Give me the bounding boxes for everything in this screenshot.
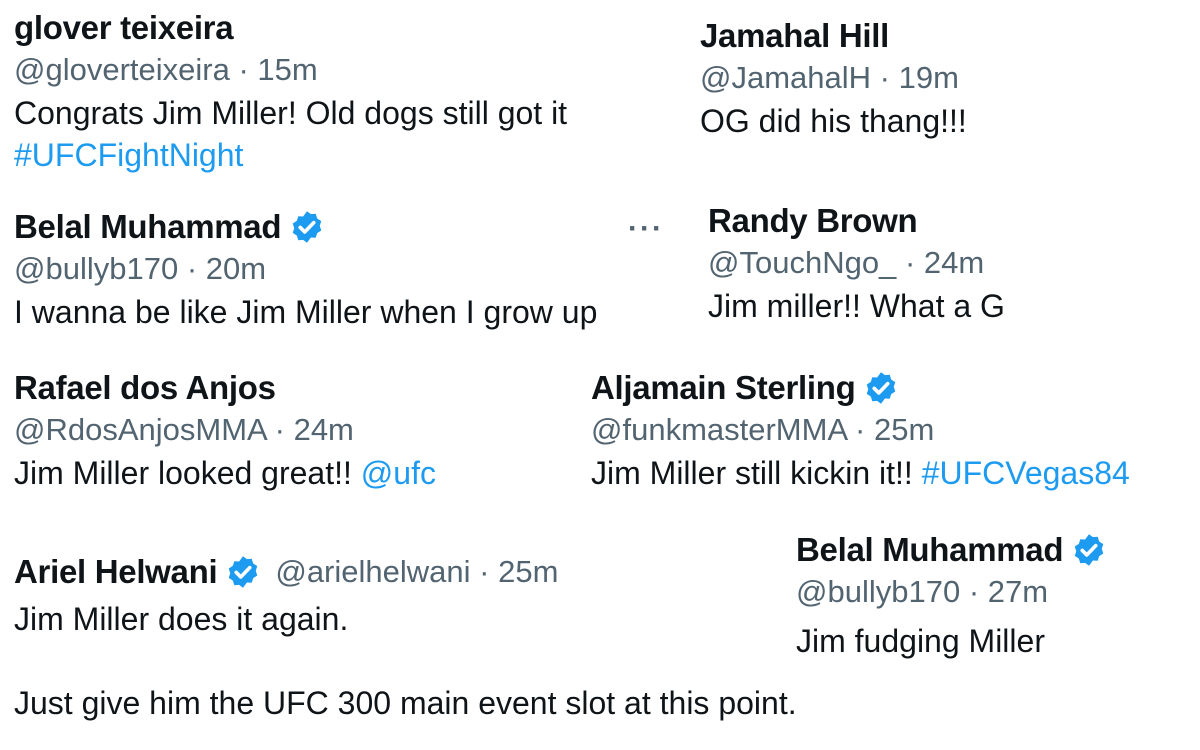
tweet-text: I wanna be like Jim Miller when I grow u… — [14, 294, 598, 330]
verified-badge-icon — [292, 211, 322, 243]
meta-separator: · — [479, 554, 490, 589]
tweet-time[interactable]: 27m — [988, 574, 1048, 609]
tweet-time[interactable]: 20m — [206, 251, 266, 286]
hashtag-link[interactable]: #UFCVegas84 — [922, 455, 1130, 491]
tweet-author-name[interactable]: Ariel Helwani — [14, 553, 218, 591]
tweet-meta: @TouchNgo_ · 24m — [708, 241, 1005, 285]
tweet-meta: @bullyb170 · 27m — [796, 570, 1107, 614]
tweet-time[interactable]: 25m — [498, 554, 558, 589]
tweet-handle[interactable]: @RdosAnjosMMA — [14, 412, 266, 447]
tweet-jamahal-hill[interactable]: Jamahal Hill @JamahalH · 19m OG did his … — [700, 16, 967, 142]
tweet-time[interactable]: 19m — [899, 60, 959, 95]
tweet-handle[interactable]: @JamahalH — [700, 60, 871, 95]
tweet-author-name[interactable]: glover teixeira — [14, 9, 234, 47]
tweet-rafael-dos-anjos[interactable]: Rafael dos Anjos @RdosAnjosMMA · 24m Jim… — [14, 368, 436, 494]
tweet-time[interactable]: 25m — [874, 412, 934, 447]
meta-separator: · — [879, 60, 890, 95]
tweet-meta: @bullyb170 · 20m — [14, 247, 597, 291]
tweet-randy-brown[interactable]: Randy Brown @TouchNgo_ · 24m Jim miller!… — [708, 201, 1005, 327]
verified-badge-icon — [229, 556, 258, 588]
tweet-text: Jim Miller does it again. — [14, 601, 349, 637]
tweet-glover-teixeira[interactable]: glover teixeira @gloverteixeira · 15m Co… — [14, 8, 567, 176]
meta-separator: · — [855, 412, 866, 447]
tweet-text: Jim Miller still kickin it!! — [591, 455, 913, 491]
tweet-text: Jim miller!! What a G — [708, 288, 1005, 324]
tweet-text-row: Jim Miller looked great!! @ufc — [14, 452, 436, 494]
tweet-handle[interactable]: @TouchNgo_ — [708, 245, 896, 280]
tweet-text: Jim Miller looked great!! — [14, 455, 352, 491]
tweet-author-name[interactable]: Aljamain Sterling — [591, 369, 856, 407]
verified-badge-icon — [1074, 534, 1104, 566]
tweet-meta: @arielhelwani · 25m — [275, 554, 558, 590]
tweet-belal-muhammad[interactable]: Belal Muhammad @bullyb170 · 20m I wanna … — [14, 207, 597, 333]
tweet-text: Jim fudging Miller — [796, 623, 1045, 659]
tweet-author-name[interactable]: Randy Brown — [708, 202, 918, 240]
tweet-text: Congrats Jim Miller! Old dogs still got … — [14, 95, 568, 131]
tweet-meta: @RdosAnjosMMA · 24m — [14, 408, 436, 452]
tweet-handle[interactable]: @funkmasterMMA — [591, 412, 846, 447]
tweet-belal-muhammad-2[interactable]: Belal Muhammad @bullyb170 · 27m Jim fudg… — [796, 530, 1107, 662]
meta-separator: · — [186, 251, 198, 286]
tweet-time[interactable]: 15m — [257, 52, 317, 87]
tweet-meta: @gloverteixeira · 15m — [14, 48, 567, 92]
tweet-author-name[interactable]: Jamahal Hill — [700, 17, 889, 55]
tweet-text: OG did his thang!!! — [700, 103, 967, 139]
tweet-aljamain-sterling[interactable]: Aljamain Sterling @funkmasterMMA · 25m J… — [591, 368, 1130, 494]
tweet-handle[interactable]: @bullyb170 — [14, 251, 178, 286]
tweet-author-name[interactable]: Belal Muhammad — [14, 208, 282, 246]
meta-separator: · — [274, 412, 285, 447]
tweet-time[interactable]: 24m — [924, 245, 984, 280]
tweet-handle[interactable]: @arielhelwani — [275, 554, 470, 589]
tweet-author-name[interactable]: Belal Muhammad — [796, 531, 1064, 569]
footer-text: Just give him the UFC 300 main event slo… — [14, 685, 797, 721]
verified-badge-icon — [867, 372, 896, 404]
meta-separator: · — [904, 245, 916, 280]
meta-separator: · — [968, 574, 980, 609]
tweet-handle[interactable]: @gloverteixeira — [14, 52, 230, 87]
tweet-text-row: Jim Miller still kickin it!! #UFCVegas84 — [591, 452, 1130, 494]
tweet-meta: @funkmasterMMA · 25m — [591, 408, 1130, 452]
mention-link[interactable]: @ufc — [361, 455, 436, 491]
tweet-time[interactable]: 24m — [294, 412, 354, 447]
meta-separator: · — [238, 52, 249, 87]
tweet-ariel-helwani[interactable]: Ariel Helwani @arielhelwani · 25m Jim Mi… — [14, 552, 558, 640]
tweet-handle[interactable]: @bullyb170 — [796, 574, 960, 609]
tweet-author-name[interactable]: Rafael dos Anjos — [14, 369, 276, 407]
hashtag-link[interactable]: #UFCFightNight — [14, 134, 567, 176]
tweet-meta: @JamahalH · 19m — [700, 56, 967, 100]
more-options-icon[interactable]: ··· — [628, 212, 664, 246]
